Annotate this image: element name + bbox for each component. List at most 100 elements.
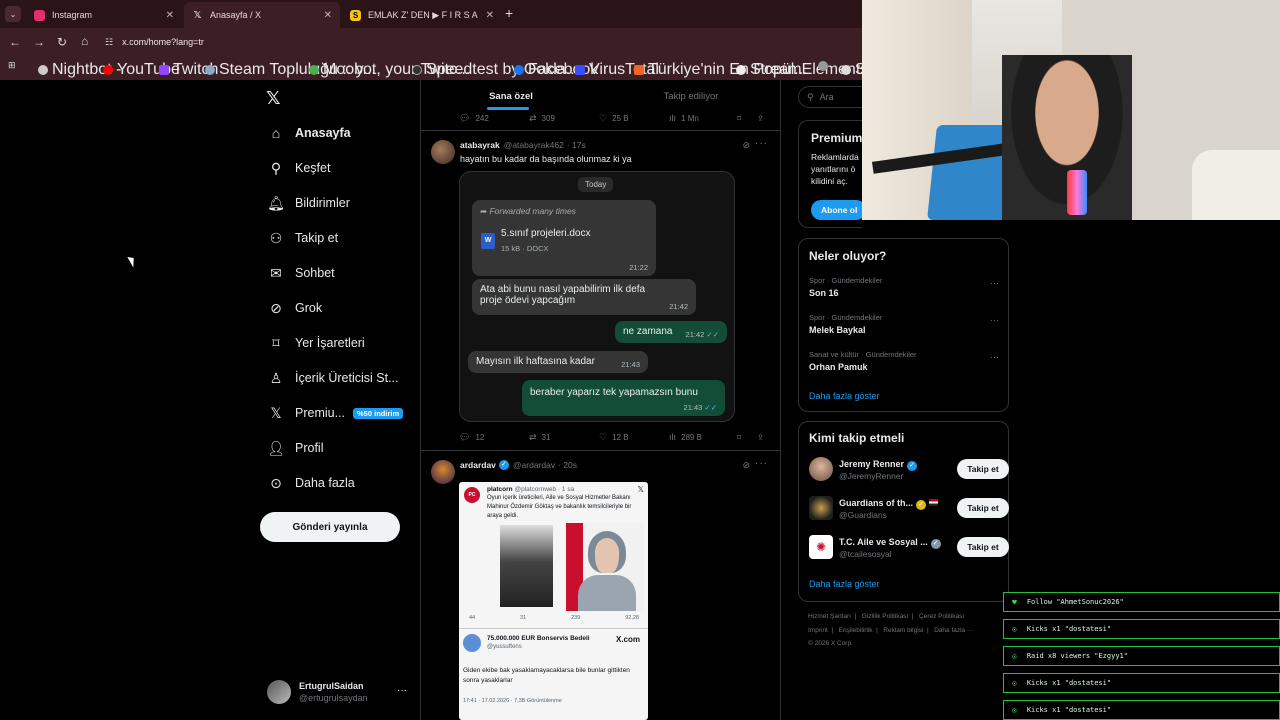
reply-icon: 💬︎ xyxy=(459,112,471,123)
follow-button[interactable]: Takip et xyxy=(957,459,1009,479)
site-info-icon[interactable]: ☷ xyxy=(105,37,113,48)
tweet-time[interactable]: · 20s xyxy=(558,460,577,470)
address-bar[interactable]: ☷ x.com/home?lang=tr xyxy=(105,33,862,51)
views-button[interactable]: ılı 1 Mn xyxy=(669,113,737,123)
tab-instagram[interactable]: Instagram ✕ xyxy=(26,2,182,28)
tweet-author-handle[interactable]: @atabayrak462 xyxy=(504,140,564,150)
tweet-author-name[interactable]: ardardav xyxy=(460,460,496,470)
nav-item-x-logo[interactable]: 𝕏 Premiu... %50 indirim xyxy=(267,403,404,423)
nav-item-search[interactable]: ⚲ Keşfet xyxy=(267,158,331,178)
bookmark-button[interactable]: ⌑ xyxy=(737,433,757,442)
home-icon[interactable]: ⌂ xyxy=(81,34,88,48)
tweet-author-name[interactable]: atabayrak xyxy=(460,140,500,150)
search-placeholder: Ara xyxy=(819,92,834,102)
nav-item-bookmark[interactable]: ⌑ Yer İşaretleri xyxy=(267,333,364,353)
apps-icon[interactable]: ⊞ xyxy=(8,60,16,71)
alert-text: Kicks x1 "dostatesi" xyxy=(1026,706,1112,714)
reload-icon[interactable]: ↻ xyxy=(57,35,67,49)
more-icon[interactable]: ··· xyxy=(397,685,407,696)
forward-icon[interactable]: → xyxy=(33,35,45,49)
raid-icon: ⊙ xyxy=(1012,651,1017,661)
nav-item-creator[interactable]: ♙ İçerik Üreticisi St... xyxy=(267,368,399,388)
follow-suggestion[interactable]: Guardians of th... ✓ @Guardians Takip et xyxy=(809,496,1009,522)
nav-item-grok[interactable]: ⊘ Grok xyxy=(267,298,322,318)
close-icon[interactable]: ✕ xyxy=(324,10,332,21)
retweet-button[interactable]: ⇄ 309 xyxy=(529,113,599,124)
bookmark-globe[interactable] xyxy=(818,61,832,71)
account-switcher[interactable]: ErtugrulSaidan @ertugrulsaydan ··· xyxy=(267,680,407,704)
more-icon[interactable]: ··· xyxy=(990,352,999,362)
tweet-time[interactable]: · 17s xyxy=(567,140,586,150)
search-input[interactable]: ⚲ Ara xyxy=(798,86,862,108)
premium-text: Reklamlarda xyxy=(811,152,859,162)
back-icon[interactable]: ← xyxy=(9,35,21,49)
nav-item-profile[interactable]: 👤︎ Profil xyxy=(267,438,323,458)
tweet-avatar[interactable] xyxy=(431,140,455,164)
close-icon[interactable]: ✕ xyxy=(166,10,174,21)
tweet-media-embed-screenshot[interactable]: PC platcorn @platcornweb · 1 sa 𝕏 Oyun i… xyxy=(459,482,648,720)
embed-header: platcorn @platcornweb · 1 sa xyxy=(487,486,574,493)
tab-for-you[interactable]: Sana özel xyxy=(421,80,601,112)
post-button[interactable]: Gönderi yayınla xyxy=(260,512,400,542)
close-icon[interactable]: ✕ xyxy=(486,10,494,21)
nav-item-mail[interactable]: ✉ Sohbet xyxy=(267,263,335,283)
follow-button[interactable]: Takip et xyxy=(957,498,1009,518)
tab-following[interactable]: Takip ediliyor xyxy=(601,80,780,112)
follow-button[interactable]: Takip et xyxy=(957,537,1009,557)
nav-item-label: Profil xyxy=(295,441,324,455)
share-button[interactable]: ⇪ xyxy=(757,114,764,123)
footer-link[interactable]: Gizlilik Politikası xyxy=(862,613,909,620)
retweet-button[interactable]: ⇄ 31 xyxy=(529,432,599,443)
trend-title: Orhan Pamuk xyxy=(809,362,868,372)
chat-message: beraber yaparız tek yapamazsın bunu 21:4… xyxy=(522,380,725,416)
show-more-suggestions-link[interactable]: Daha fazla göster xyxy=(809,579,880,589)
footer-link[interactable]: Çerez Politikası xyxy=(919,613,964,620)
reply-count: 12 xyxy=(475,432,485,442)
views-button[interactable]: ılı 289 B xyxy=(669,432,737,442)
suggestion-name-wrap: T.C. Aile ve Sosyal ... ✓ xyxy=(839,537,941,549)
tab-search-icon[interactable]: ⌄ xyxy=(5,6,21,22)
show-more-trends-link[interactable]: Daha fazla göster xyxy=(809,391,880,401)
x-logo-icon[interactable]: 𝕏 xyxy=(266,88,281,109)
share-button[interactable]: ⇪ xyxy=(757,433,764,442)
divider xyxy=(421,130,780,131)
nav-item-bell[interactable]: 🔔︎ Bildirimler xyxy=(267,193,350,213)
reply-button[interactable]: 💬︎ 242 xyxy=(459,113,529,124)
grok-icon[interactable]: ⊘ xyxy=(742,140,750,151)
nav-item-home[interactable]: ⌂ Anasayfa xyxy=(267,123,351,143)
new-tab-button[interactable]: + xyxy=(505,5,513,21)
stream-alert: ⊙ Raid x8 viewers "Ezgyy1" xyxy=(1003,646,1280,666)
tweet-avatar[interactable] xyxy=(431,460,455,484)
like-button[interactable]: ♡ 25 B xyxy=(599,113,669,124)
more-icon[interactable]: ··· xyxy=(755,138,768,149)
subscribe-button[interactable]: Abone ol xyxy=(811,200,866,220)
alert-text: Kicks x1 "dostatesi" xyxy=(1026,679,1112,687)
tweet-author-handle[interactable]: @ardardav xyxy=(513,460,555,470)
more-icon[interactable]: ··· xyxy=(990,278,999,288)
trends-card: Neler oluyor? Spor · Gündemdekiler Son 1… xyxy=(798,238,1009,412)
like-button[interactable]: ♡ 12 B xyxy=(599,432,669,443)
footer-link[interactable]: Reklam bilgisi xyxy=(883,627,923,634)
tweet-media-chat-screenshot[interactable]: Today ➦ Forwarded many times W 5.sınıf p… xyxy=(459,171,735,422)
ministry-logo-icon: ✺ xyxy=(809,535,833,559)
bookmark-button[interactable]: ⌑ xyxy=(737,114,757,123)
footer-links: Imprint | Erişilebilirlik | Reklam bilgi… xyxy=(808,627,974,634)
nav-item-add-user[interactable]: ⚇ Takip et xyxy=(267,228,338,248)
reply-button[interactable]: 💬︎ 12 xyxy=(459,432,529,443)
follow-suggestion[interactable]: ✺ T.C. Aile ve Sosyal ... ✓ @tcailesosyal… xyxy=(809,535,1009,561)
more-icon[interactable]: ··· xyxy=(990,315,999,325)
footer-link[interactable]: Erişilebilirlik xyxy=(839,627,873,634)
trend-item[interactable]: Sanat ve kültür · Gündemdekiler Orhan Pa… xyxy=(809,350,999,372)
trend-item[interactable]: Spor · Gündemdekiler Son 16 ··· xyxy=(809,276,999,298)
footer-link[interactable]: Hizmet Şartları xyxy=(808,613,851,620)
footer-link[interactable]: Daha fazla ··· xyxy=(934,627,973,634)
grok-icon[interactable]: ⊘ xyxy=(742,460,750,471)
footer-link[interactable]: Imprint xyxy=(808,627,828,634)
trend-item[interactable]: Spor · Gündemdekiler Melek Baykal ··· xyxy=(809,313,999,335)
tab-emlak[interactable]: S EMLAK Z' DEN ▶ F I R S A T I ✕ xyxy=(342,2,502,28)
nav-item-label: Bildirimler xyxy=(295,196,350,210)
more-icon[interactable]: ··· xyxy=(755,458,768,469)
tab-x-home[interactable]: 𝕏 Anasayfa / X ✕ xyxy=(184,2,340,28)
nav-item-more[interactable]: ⊙ Daha fazla xyxy=(267,473,355,493)
follow-suggestion[interactable]: Jeremy Renner ✓ @JeremyRenner Takip et xyxy=(809,457,1009,483)
